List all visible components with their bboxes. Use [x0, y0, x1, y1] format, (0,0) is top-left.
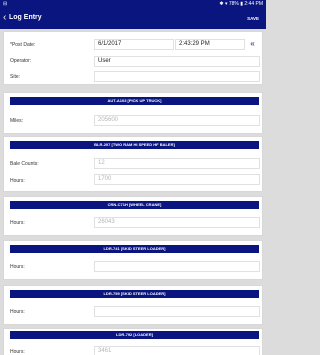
save-button[interactable]: SAVE — [247, 16, 259, 21]
page-title: Log Entry — [9, 14, 42, 21]
site-label: Site: — [10, 74, 21, 80]
status-bar: ⊟ ✱ ▾ 78% ▮ 2:44 PM — [0, 0, 266, 9]
date-nav-icon[interactable]: « — [248, 39, 257, 48]
post-time-input[interactable]: 2:43:29 PM — [175, 39, 245, 50]
equipment-header: LDR-759 [SKID STEER LOADER] — [10, 290, 259, 298]
app-bar: ‹ Log Entry SAVE — [0, 9, 266, 29]
field-label: Hours: — [10, 264, 25, 270]
hours-input[interactable] — [94, 261, 260, 272]
equipment-card: LDR-741 [SKID STEER LOADER] Hours: — [3, 240, 263, 280]
field-label: Hours: — [10, 309, 25, 315]
log-entry-form[interactable]: *Post Date: 6/1/2017 2:43:29 PM « Operat… — [0, 29, 266, 355]
post-date-input[interactable]: 6/1/2017 — [94, 39, 174, 50]
status-indicators: ✱ ▾ 78% ▮ 2:44 PM — [219, 1, 263, 7]
site-input[interactable] — [94, 71, 260, 82]
operator-input[interactable]: User — [94, 56, 260, 67]
miles-input[interactable]: 205600 — [94, 115, 260, 126]
operator-label: Operator: — [10, 58, 32, 64]
equipment-card: LDR-792 [LOADER] Hours: 3461 — [3, 328, 263, 355]
equipment-header: CRN-C71H [WHEEL CRANE] — [10, 201, 259, 209]
field-label: Hours: — [10, 178, 25, 184]
post-date-label: *Post Date: — [10, 42, 36, 48]
equipment-header: AUT-A103 [PICK UP TRUCK] — [10, 97, 259, 105]
equipment-card: CRN-C71H [WHEEL CRANE] Hours: 26043 — [3, 196, 263, 236]
equipment-card: AUT-A103 [PICK UP TRUCK] Miles: 205600 — [3, 92, 263, 134]
hours-input[interactable]: 1700 — [94, 174, 260, 185]
general-info-card: *Post Date: 6/1/2017 2:43:29 PM « Operat… — [3, 31, 263, 85]
equipment-header: LDR-792 [LOADER] — [10, 331, 259, 339]
equipment-header: LDR-741 [SKID STEER LOADER] — [10, 245, 259, 253]
equipment-card: BLR-207 [TWO RAM HI SPEED HF BALER] Bale… — [3, 136, 263, 192]
field-label: Miles: — [10, 118, 24, 124]
field-label: Bale Counts: — [10, 161, 39, 167]
back-icon[interactable]: ‹ — [3, 12, 6, 24]
hours-input[interactable]: 26043 — [94, 217, 260, 228]
status-notification-icon: ⊟ — [3, 1, 8, 7]
hours-input[interactable]: 3461 — [94, 346, 260, 355]
equipment-card: LDR-759 [SKID STEER LOADER] Hours: — [3, 285, 263, 325]
field-label: Hours: — [10, 349, 25, 355]
field-label: Hours: — [10, 220, 25, 226]
equipment-header: BLR-207 [TWO RAM HI SPEED HF BALER] — [10, 141, 259, 149]
hours-input[interactable] — [94, 306, 260, 317]
bale-counts-input[interactable]: 12 — [94, 158, 260, 169]
